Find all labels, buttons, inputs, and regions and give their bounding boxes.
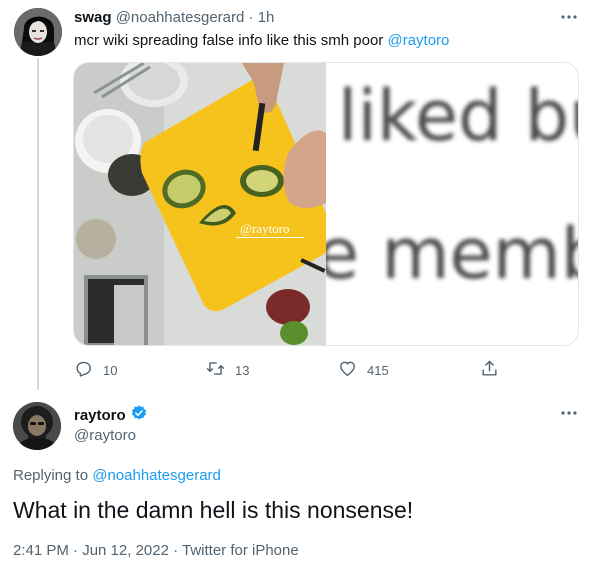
more-icon[interactable] [559, 8, 579, 26]
reply-time[interactable]: 1h [258, 9, 275, 26]
thread-line [37, 58, 39, 390]
avatar-raytoro[interactable] [13, 402, 61, 450]
reply-display-name[interactable]: swag [74, 9, 112, 26]
blurred-screenshot-panel[interactable]: liked bu e memb [326, 63, 578, 345]
blurred-text-line-1: liked bu [338, 75, 578, 157]
main-tweet-text: What in the damn hell is this nonsense! [13, 497, 414, 523]
main-display-name[interactable]: raytoro [74, 407, 126, 424]
reply-handle[interactable]: @noahhatesgerard [116, 9, 245, 26]
main-handle[interactable]: @raytoro [74, 427, 136, 444]
like-icon[interactable] [338, 359, 357, 381]
main-display-name-row: raytoro [74, 404, 148, 426]
replying-label: Replying to [13, 467, 93, 484]
share-icon[interactable] [480, 359, 499, 381]
retweet-icon[interactable] [206, 359, 225, 381]
photo-overlay-mention: @raytoro [240, 221, 290, 236]
reply-text-mention[interactable]: @raytoro [387, 32, 449, 49]
reply-count: 10 [103, 362, 118, 378]
avatar-noahhatesgerard[interactable] [14, 8, 62, 56]
reply-text-body: mcr wiki spreading false info like this … [74, 32, 388, 49]
retweet-count: 13 [235, 362, 250, 378]
reply-icon[interactable] [74, 359, 93, 381]
main-tweet-meta[interactable]: 2:41 PM · Jun 12, 2022 · Twitter for iPh… [13, 542, 299, 559]
share-action[interactable] [480, 359, 499, 381]
replying-to: Replying to @noahhatesgerard [13, 467, 221, 484]
verified-badge-icon [130, 404, 148, 426]
retweet-action[interactable]: 13 [206, 359, 249, 381]
reply-separator: · [248, 9, 254, 26]
blurred-text-line-2: e memb [326, 213, 578, 295]
reply-action-bar: 10 13 415 [74, 359, 504, 381]
like-action[interactable]: 415 [338, 359, 389, 381]
reply-tweet-text: mcr wiki spreading false info like this … [74, 32, 449, 49]
like-count: 415 [367, 362, 389, 378]
reply-tweet-header: swag @noahhatesgerard · 1h [74, 9, 274, 26]
reply-action[interactable]: 10 [74, 359, 117, 381]
more-icon[interactable] [559, 404, 579, 422]
tweet-media[interactable]: @raytoro liked bu e memb [73, 62, 579, 346]
replying-handle[interactable]: @noahhatesgerard [92, 467, 221, 484]
overlay-underline [236, 237, 304, 238]
cutting-board-photo[interactable]: @raytoro [74, 63, 326, 345]
